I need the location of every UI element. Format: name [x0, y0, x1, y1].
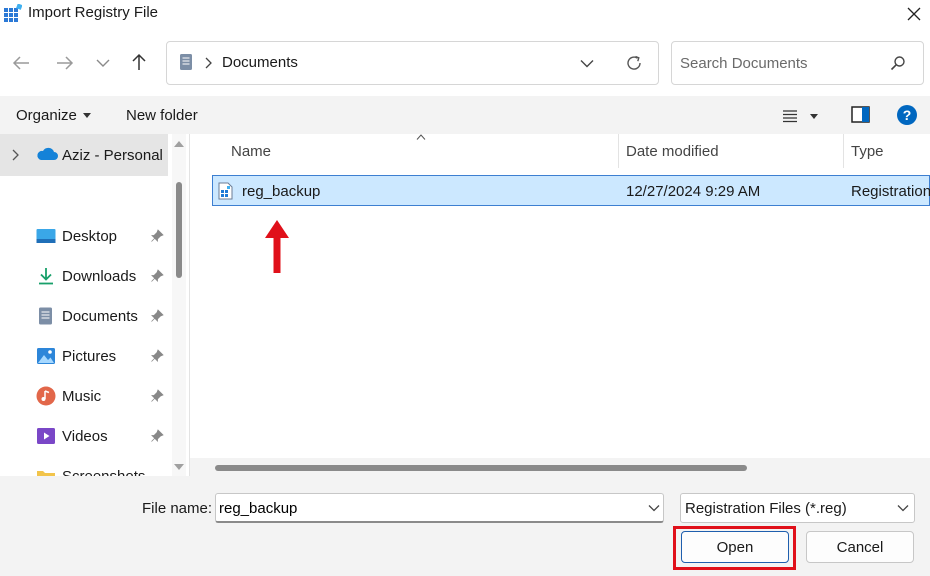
- pin-icon[interactable]: [150, 389, 164, 403]
- cancel-button[interactable]: Cancel: [806, 531, 914, 563]
- sidebar-item-documents[interactable]: Documents: [36, 296, 168, 336]
- column-divider[interactable]: [843, 134, 844, 168]
- caret-down-icon: [810, 113, 818, 119]
- sidebar-item-music[interactable]: Music: [36, 376, 168, 416]
- sidebar-item-desktop[interactable]: Desktop: [36, 216, 168, 256]
- folder-icon: [37, 471, 55, 476]
- close-icon: [907, 7, 921, 21]
- sidebar-item-label: Documents: [62, 307, 138, 325]
- sidebar-item-videos[interactable]: Videos: [36, 416, 168, 456]
- file-name-label: File name:: [142, 500, 213, 517]
- back-button[interactable]: [6, 48, 36, 78]
- new-folder-button[interactable]: New folder: [126, 107, 198, 124]
- help-icon[interactable]: ?: [896, 104, 918, 126]
- pin-icon[interactable]: [150, 349, 164, 363]
- sidebar-item-label: Downloads: [62, 267, 137, 285]
- registry-editor-icon: [4, 4, 22, 22]
- file-name-input[interactable]: [219, 498, 619, 518]
- back-arrow-icon: [12, 56, 29, 70]
- pin-icon[interactable]: [150, 269, 164, 283]
- onedrive-icon: [37, 147, 58, 160]
- up-arrow-icon: [132, 53, 146, 70]
- sidebar-item-label: Music: [62, 387, 102, 405]
- pin-icon[interactable]: [150, 429, 164, 443]
- chevron-down-icon: [96, 59, 110, 67]
- svg-text:?: ?: [903, 107, 912, 123]
- breadcrumb-separator-icon: [205, 57, 212, 69]
- refresh-button[interactable]: [622, 51, 646, 75]
- sort-ascending-icon: [416, 134, 426, 140]
- file-type-cell: Registration: [851, 183, 930, 200]
- breadcrumb-documents[interactable]: Documents: [222, 54, 298, 71]
- desktop-icon: [36, 229, 56, 243]
- sidebar-item-label: Aziz - Personal: [62, 147, 163, 164]
- recent-locations-button[interactable]: [88, 48, 118, 78]
- window-title: Import Registry File: [28, 4, 159, 21]
- music-icon: [36, 386, 56, 406]
- pin-icon[interactable]: [150, 229, 164, 243]
- horizontal-scroll-thumb[interactable]: [215, 465, 747, 471]
- change-view-button[interactable]: [782, 106, 826, 126]
- close-button[interactable]: [898, 0, 930, 28]
- forward-arrow-icon: [57, 56, 74, 70]
- sidebar-item-label: Desktop: [62, 227, 118, 245]
- column-header-name[interactable]: Name: [231, 143, 271, 160]
- open-button[interactable]: Open: [681, 531, 789, 563]
- refresh-icon: [627, 55, 641, 70]
- sidebar-item-label: Videos: [62, 427, 108, 445]
- list-view-icon: [783, 110, 797, 123]
- search-icon[interactable]: [890, 55, 906, 71]
- scroll-up-icon[interactable]: [174, 141, 184, 147]
- downloads-icon: [39, 268, 53, 285]
- annotation-arrow-icon: [265, 220, 289, 273]
- organize-button[interactable]: Organize: [16, 107, 91, 124]
- sidebar-item-pictures[interactable]: Pictures: [36, 336, 168, 376]
- column-header-type[interactable]: Type: [851, 143, 884, 160]
- sidebar-item-downloads[interactable]: Downloads: [36, 256, 168, 296]
- preview-pane-icon[interactable]: [851, 106, 870, 123]
- chevron-down-icon[interactable]: [648, 504, 660, 512]
- address-dropdown-button[interactable]: [576, 52, 598, 74]
- scroll-down-icon[interactable]: [174, 464, 184, 470]
- sidebar-item-label: Pictures: [62, 347, 117, 365]
- documents-icon: [39, 307, 52, 325]
- sidebar-scroll-thumb[interactable]: [176, 182, 182, 278]
- column-header-date-modified[interactable]: Date modified: [626, 143, 719, 160]
- chevron-right-icon[interactable]: [11, 149, 19, 161]
- caret-down-icon: [82, 113, 91, 118]
- pin-icon[interactable]: [150, 309, 164, 323]
- documents-icon: [180, 54, 192, 70]
- up-button[interactable]: [124, 47, 154, 77]
- sidebar-item-label: Screenshots: [62, 468, 145, 476]
- column-divider[interactable]: [618, 134, 619, 168]
- chevron-down-icon: [580, 59, 594, 67]
- videos-icon: [37, 428, 55, 444]
- registry-file-icon: [218, 182, 233, 200]
- pictures-icon: [37, 348, 55, 364]
- chevron-down-icon[interactable]: [897, 504, 909, 512]
- file-name-cell: reg_backup: [242, 183, 321, 200]
- forward-button[interactable]: [50, 48, 80, 78]
- file-type-value: Registration Files (*.reg): [685, 500, 847, 517]
- search-input[interactable]: [680, 52, 880, 74]
- organize-label: Organize: [16, 107, 77, 124]
- file-date-cell: 12/27/2024 9:29 AM: [626, 183, 761, 200]
- sidebar-item-screenshots[interactable]: Screenshots: [36, 456, 168, 476]
